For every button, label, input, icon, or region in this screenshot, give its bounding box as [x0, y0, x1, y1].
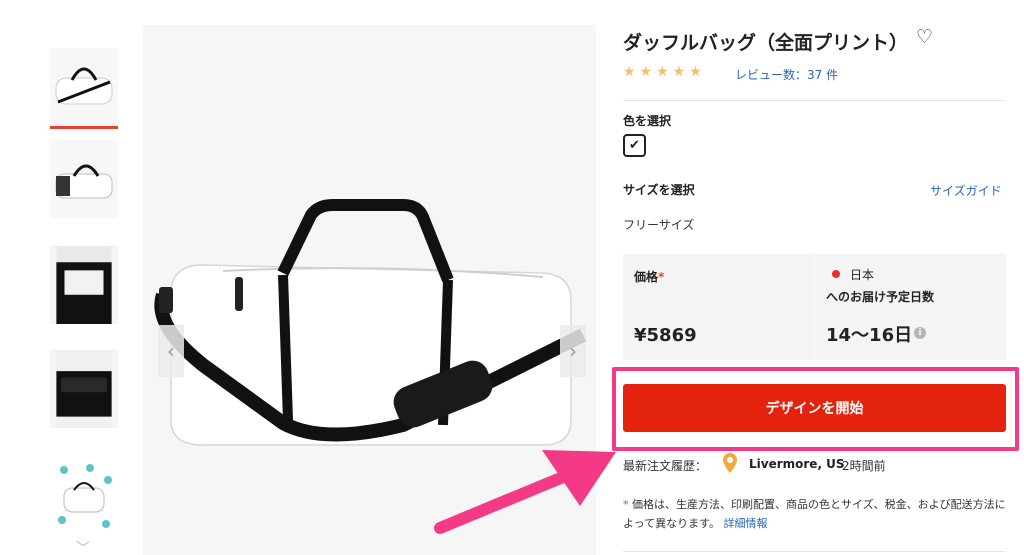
color-swatch-white[interactable]: ✔: [623, 134, 646, 157]
location-pin-icon: [723, 453, 737, 473]
favorite-heart-icon[interactable]: ♡: [916, 26, 933, 48]
duffel-bag-interior-image: [56, 246, 112, 324]
thumbnail-3[interactable]: [50, 246, 118, 324]
info-icon[interactable]: i: [914, 327, 926, 339]
shipping-days-value: 14〜16日: [826, 325, 913, 346]
color-select-label: 色を選択: [623, 114, 672, 128]
price-note: * 価格は、生産方法、印刷配置、商品の色とサイズ、税金、および配送方法によって異…: [623, 498, 1006, 530]
thumbnail-5[interactable]: [50, 460, 118, 538]
size-value: フリーサイズ: [623, 218, 695, 232]
bottom-divider: [623, 551, 1006, 552]
duffel-bag-front-image: [50, 48, 118, 126]
price-label: 価格*: [634, 270, 665, 284]
thumbnail-selected-indicator: [50, 126, 118, 129]
section-divider: [623, 100, 1006, 101]
country-dot-icon: [832, 270, 840, 278]
shipping-country[interactable]: 日本: [850, 266, 874, 283]
duffel-bag-side-image: [50, 140, 118, 218]
price-value: ¥5869: [634, 325, 697, 346]
annotation-arrow-icon: [434, 450, 616, 534]
thumbnail-scroll-down-icon[interactable]: ﹀: [76, 538, 90, 555]
image-prev-button[interactable]: ‹: [158, 325, 184, 377]
thumbnail-1[interactable]: [50, 48, 118, 126]
recent-order-city: Livermore, US: [749, 457, 845, 471]
size-select-label: サイズを選択: [623, 183, 695, 197]
recent-order-time: 2時間前: [842, 459, 886, 473]
image-next-button[interactable]: ›: [560, 325, 586, 377]
duffel-bag-open-image: [56, 350, 112, 428]
shipping-days-label: へのお届け予定日数: [826, 290, 935, 304]
duffel-bag-features-image: [50, 460, 118, 538]
start-design-button[interactable]: デザインを開始: [623, 384, 1006, 432]
thumbnail-2[interactable]: [50, 140, 118, 218]
price-box-divider: [814, 254, 815, 360]
review-count-link[interactable]: レビュー数：37 件: [735, 66, 838, 83]
recent-order-label: 最新注文履歴：: [623, 459, 708, 473]
thumbnail-4[interactable]: [50, 350, 118, 428]
size-guide-link[interactable]: サイズガイド: [930, 182, 1002, 199]
product-title: ダッフルバッグ（全面プリント）: [623, 32, 909, 54]
details-link[interactable]: 詳細情報: [724, 517, 768, 530]
check-icon: ✔: [629, 138, 640, 153]
rating-stars-icon: ★★★★★: [623, 64, 706, 80]
